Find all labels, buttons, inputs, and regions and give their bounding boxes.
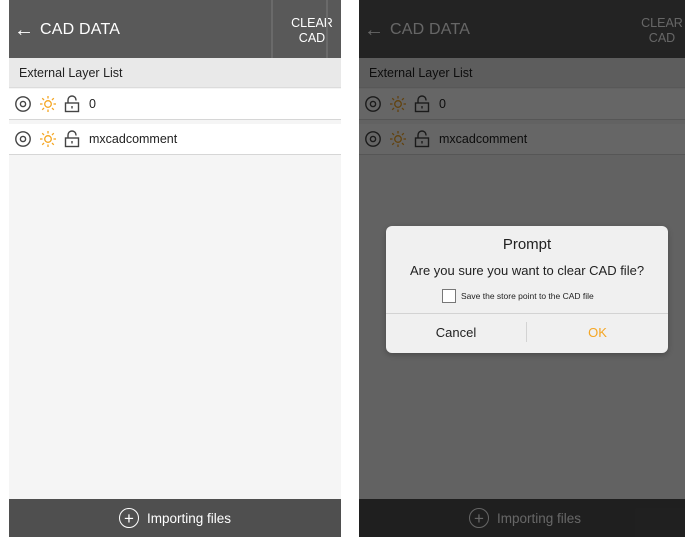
save-store-point-checkbox[interactable] (442, 289, 456, 303)
layer-name: mxcadcomment (89, 132, 178, 146)
dialog-message: Are you sure you want to clear CAD file? (409, 263, 645, 278)
confirm-dialog: Prompt Are you sure you want to clear CA… (386, 226, 668, 353)
layer-name: 0 (89, 97, 96, 111)
arrow-left-icon: ← (14, 19, 34, 41)
clear-cad-highlight-box (271, 0, 328, 66)
sun-icon[interactable] (39, 130, 57, 148)
layer-row[interactable]: 0 (9, 89, 341, 120)
back-button[interactable]: ← CAD DATA (14, 18, 120, 42)
eye-icon[interactable] (14, 130, 32, 148)
top-app-bar: ← CAD DATA CLEAR CAD (9, 0, 341, 66)
save-store-point-option[interactable]: Save the store point to the CAD file (442, 288, 594, 304)
cancel-button[interactable]: Cancel (386, 314, 526, 352)
layer-row[interactable]: mxcadcomment (9, 124, 341, 155)
right-screen: ← CAD DATA CLEAR CAD External Layer List… (359, 0, 685, 537)
save-store-point-label: Save the store point to the CAD file (461, 291, 594, 301)
ok-button[interactable]: OK (527, 314, 668, 352)
section-header: External Layer List (9, 58, 341, 88)
sun-icon[interactable] (39, 95, 57, 113)
eye-icon[interactable] (14, 95, 32, 113)
plus-circle-icon: + (118, 508, 139, 528)
unlock-icon[interactable] (63, 130, 81, 148)
import-files-label: Importing files (146, 510, 232, 526)
left-screen: ← CAD DATA CLEAR CAD External Layer List… (9, 0, 341, 537)
unlock-icon[interactable] (63, 95, 81, 113)
import-files-button[interactable]: + Importing files (9, 499, 341, 537)
page-title: CAD DATA (40, 21, 121, 38)
dialog-title: Prompt (502, 236, 552, 253)
